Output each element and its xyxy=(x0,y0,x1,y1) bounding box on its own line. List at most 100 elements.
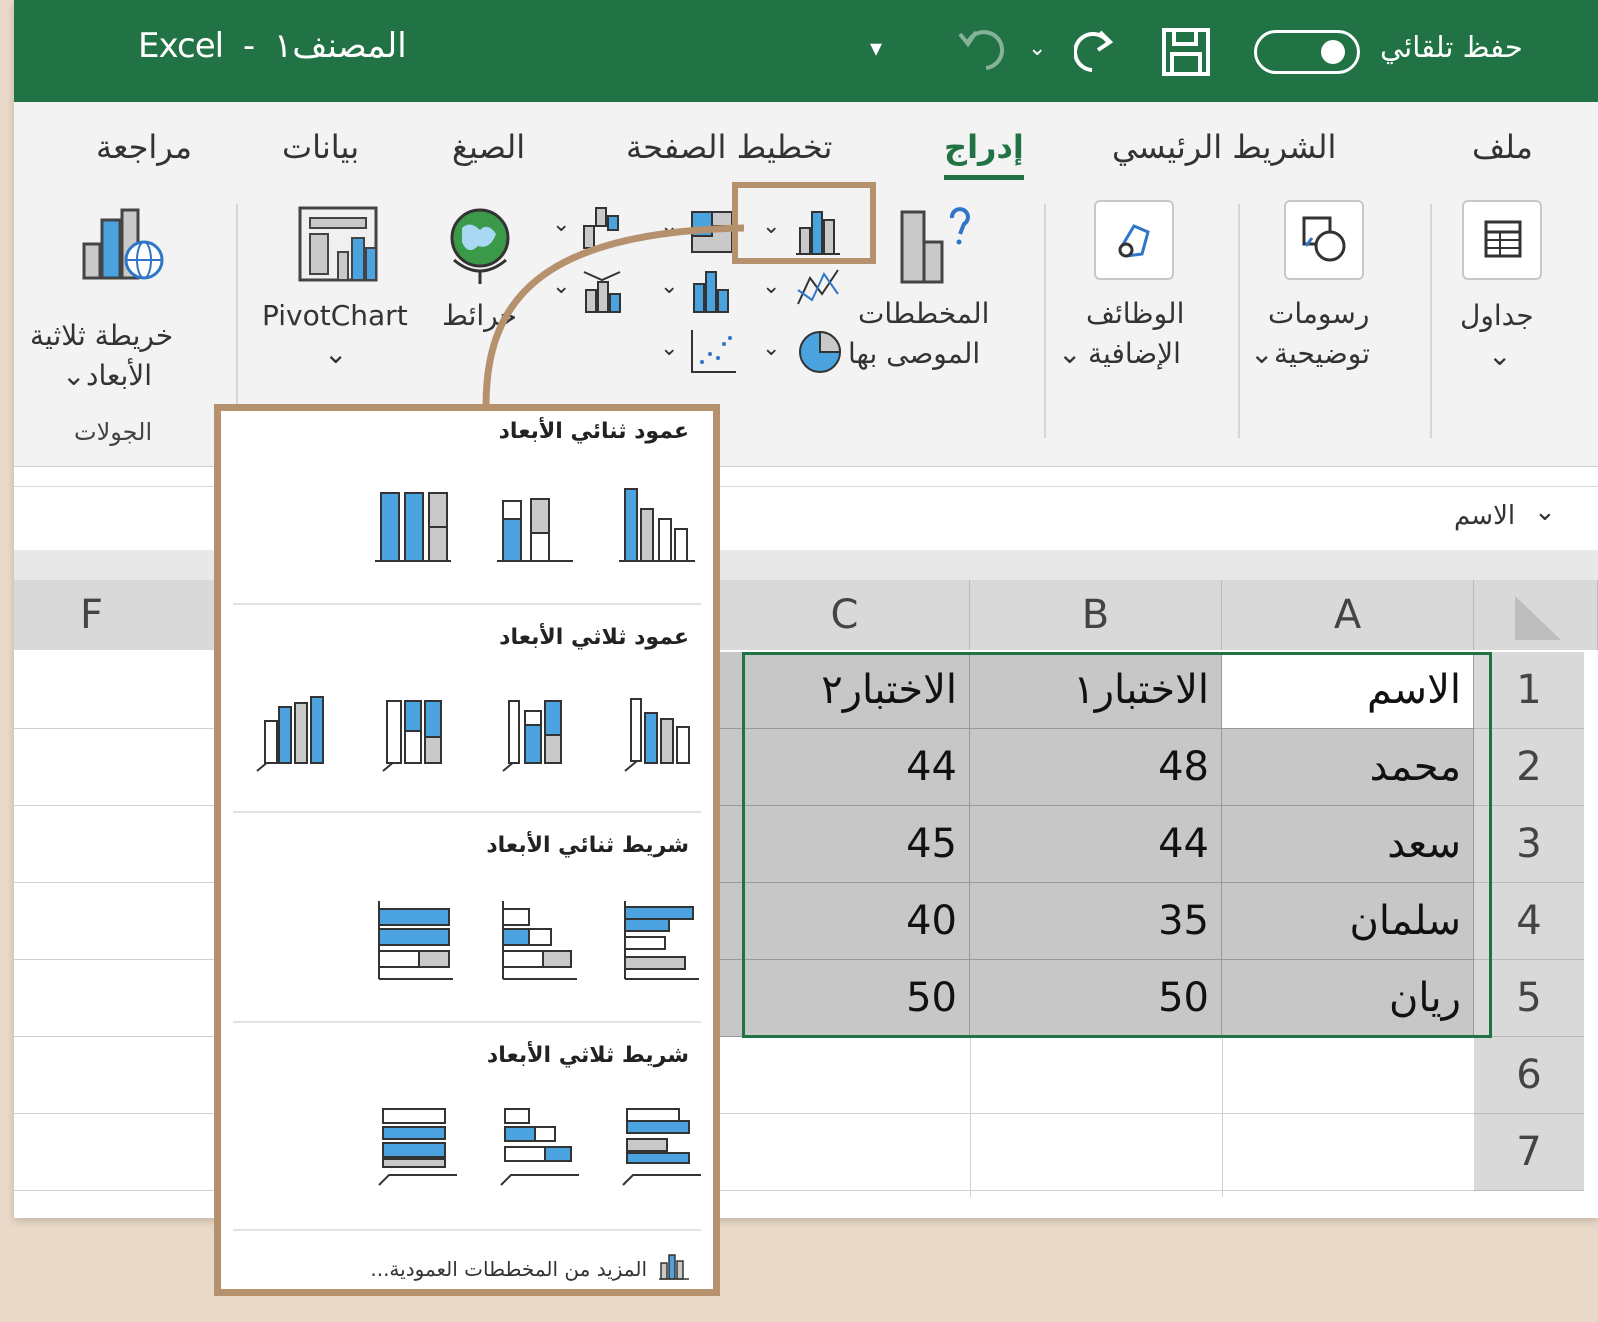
recommended-charts-icon[interactable] xyxy=(890,194,986,294)
3d-map-icon[interactable] xyxy=(76,200,172,294)
stacked-bar-chart-icon[interactable] xyxy=(495,895,585,987)
chevron-down-icon: ⌄ xyxy=(552,274,571,299)
waterfall-chart-icon xyxy=(583,207,619,249)
100-stacked-column-chart-icon[interactable] xyxy=(369,479,459,571)
maps-label: خرائط xyxy=(442,299,517,332)
3d-clustered-column-chart-icon[interactable] xyxy=(617,687,707,779)
cell-c3[interactable]: 45 xyxy=(720,806,970,883)
ribbon-tabs: ملف الشريط الرئيسي إدراج تخطيط الصفحة ال… xyxy=(14,102,1598,190)
separator xyxy=(1430,204,1432,438)
tab-data[interactable]: بيانات xyxy=(282,128,359,166)
chevron-down-icon: ⌄ xyxy=(660,336,679,361)
more-column-charts-label: المزيد من المخططات العمودية... xyxy=(370,1257,647,1281)
3d-stacked-column-chart-icon[interactable] xyxy=(495,687,585,779)
illustrations-dropdown-icon[interactable]: ⌄ xyxy=(1250,334,1273,374)
separator xyxy=(1044,204,1046,438)
tab-formulas[interactable]: الصيغ xyxy=(452,128,525,166)
row-header[interactable]: 3 xyxy=(1474,806,1584,883)
maps-icon[interactable] xyxy=(440,200,520,294)
name-box[interactable]: الاسم xyxy=(1454,501,1515,531)
grid-line xyxy=(14,959,220,960)
row-header[interactable]: 1 xyxy=(1474,652,1584,729)
cell-b2[interactable]: 48 xyxy=(970,729,1222,806)
waterfall-chart-button[interactable]: ⌄ xyxy=(552,198,646,252)
3d-column-chart-icon[interactable] xyxy=(251,687,341,779)
cell-a2[interactable]: محمد xyxy=(1222,729,1474,806)
select-all-corner[interactable] xyxy=(1474,580,1598,650)
line-chart-button[interactable]: ⌄ xyxy=(758,264,870,318)
pie-chart-button[interactable]: ⌄ xyxy=(758,326,870,380)
3d-100-stacked-bar-chart-icon[interactable] xyxy=(375,1101,465,1193)
tables-button[interactable] xyxy=(1462,200,1542,280)
row-header[interactable]: 6 xyxy=(1474,1037,1584,1114)
select-all-icon xyxy=(1514,596,1561,640)
cell-a5[interactable]: ريان xyxy=(1222,960,1474,1037)
addins-label-1: الوظائف xyxy=(1086,297,1185,330)
illustrations-label-1: رسومات xyxy=(1268,297,1370,330)
stacked-column-chart-icon[interactable] xyxy=(491,479,581,571)
cell-b3[interactable]: 44 xyxy=(970,806,1222,883)
illustrations-button[interactable] xyxy=(1284,200,1364,280)
save-icon[interactable] xyxy=(1160,26,1212,82)
tab-file[interactable]: ملف xyxy=(1472,128,1533,166)
row-header[interactable]: 2 xyxy=(1474,729,1584,806)
cell-a4[interactable]: سلمان xyxy=(1222,883,1474,960)
grid-line xyxy=(14,805,220,806)
3d-stacked-bar-chart-icon[interactable] xyxy=(497,1101,587,1193)
column-header-f[interactable]: F xyxy=(14,580,220,650)
row-header[interactable]: 5 xyxy=(1474,960,1584,1037)
workbook-name: المصنف١ xyxy=(273,26,408,66)
section-divider xyxy=(233,1229,701,1231)
autosave-toggle[interactable] xyxy=(1254,30,1360,74)
tab-page-layout[interactable]: تخطيط الصفحة xyxy=(626,128,832,166)
tables-dropdown-icon[interactable]: ⌄ xyxy=(1488,336,1511,376)
column-chart-dropdown: عمود ثنائي الأبعاد عمود ثلاثي الأبعاد شر… xyxy=(214,404,720,1296)
column-chart-icon xyxy=(659,1254,689,1280)
cell-b1[interactable]: الاختبار١ xyxy=(970,652,1222,729)
chevron-down-icon: ⌄ xyxy=(762,274,781,299)
tab-insert[interactable]: إدراج xyxy=(944,128,1024,180)
clustered-column-chart-icon[interactable] xyxy=(613,479,703,571)
cell-c5[interactable]: 50 xyxy=(720,960,970,1037)
customize-toolbar-icon[interactable]: ▾ xyxy=(870,34,882,62)
scatter-chart-button[interactable]: ⌄ xyxy=(660,326,752,380)
100-stacked-bar-chart-icon[interactable] xyxy=(371,895,461,987)
section-2d-column-title: عمود ثنائي الأبعاد xyxy=(498,419,689,444)
illustrations-label-2: توضيحية xyxy=(1274,337,1371,370)
undo-dropdown-icon[interactable]: ⌄ xyxy=(1028,36,1046,61)
scatter-chart-icon xyxy=(691,330,736,373)
tab-home[interactable]: الشريط الرئيسي xyxy=(1112,128,1336,166)
3d-100-stacked-column-chart-icon[interactable] xyxy=(375,687,465,779)
cell-b4[interactable]: 35 xyxy=(970,883,1222,960)
addins-button[interactable] xyxy=(1094,200,1174,280)
cell-a1[interactable]: الاسم xyxy=(1222,652,1474,729)
grid-line xyxy=(1222,1037,1223,1197)
pivotchart-icon[interactable] xyxy=(294,200,390,294)
cell-c2[interactable]: 44 xyxy=(720,729,970,806)
separator xyxy=(236,204,238,438)
row-header[interactable]: 4 xyxy=(1474,883,1584,960)
cell-c4[interactable]: 40 xyxy=(720,883,970,960)
row-header[interactable]: 7 xyxy=(1474,1114,1584,1191)
recommended-charts-label-1: المخططات xyxy=(858,297,990,330)
column-header-b[interactable]: B xyxy=(970,580,1222,650)
column-header-c[interactable]: C xyxy=(720,580,970,650)
cell-b5[interactable]: 50 xyxy=(970,960,1222,1037)
statistic-chart-button[interactable]: ⌄ xyxy=(660,264,752,318)
name-box-dropdown-icon[interactable]: ⌄ xyxy=(1534,497,1556,527)
grid-line xyxy=(14,728,220,729)
clustered-bar-chart-icon[interactable] xyxy=(617,895,707,987)
window-title: Excel - المصنف١ xyxy=(138,26,408,66)
cell-a3[interactable]: سعد xyxy=(1222,806,1474,883)
pivotchart-dropdown-icon[interactable]: ⌄ xyxy=(324,334,347,374)
3d-clustered-bar-chart-icon[interactable] xyxy=(619,1101,709,1193)
cell-c1[interactable]: الاختبار٢ xyxy=(720,652,970,729)
combo-chart-button[interactable]: ⌄ xyxy=(552,264,646,318)
addins-dropdown-icon[interactable]: ⌄ xyxy=(1058,334,1081,374)
undo-icon[interactable] xyxy=(946,20,1016,84)
tab-review[interactable]: مراجعة xyxy=(96,128,192,166)
column-header-a[interactable]: A xyxy=(1222,580,1474,650)
redo-icon[interactable] xyxy=(1073,22,1130,86)
grid-line xyxy=(14,1036,220,1037)
3d-map-dropdown-icon[interactable]: ⌄ xyxy=(62,356,85,396)
